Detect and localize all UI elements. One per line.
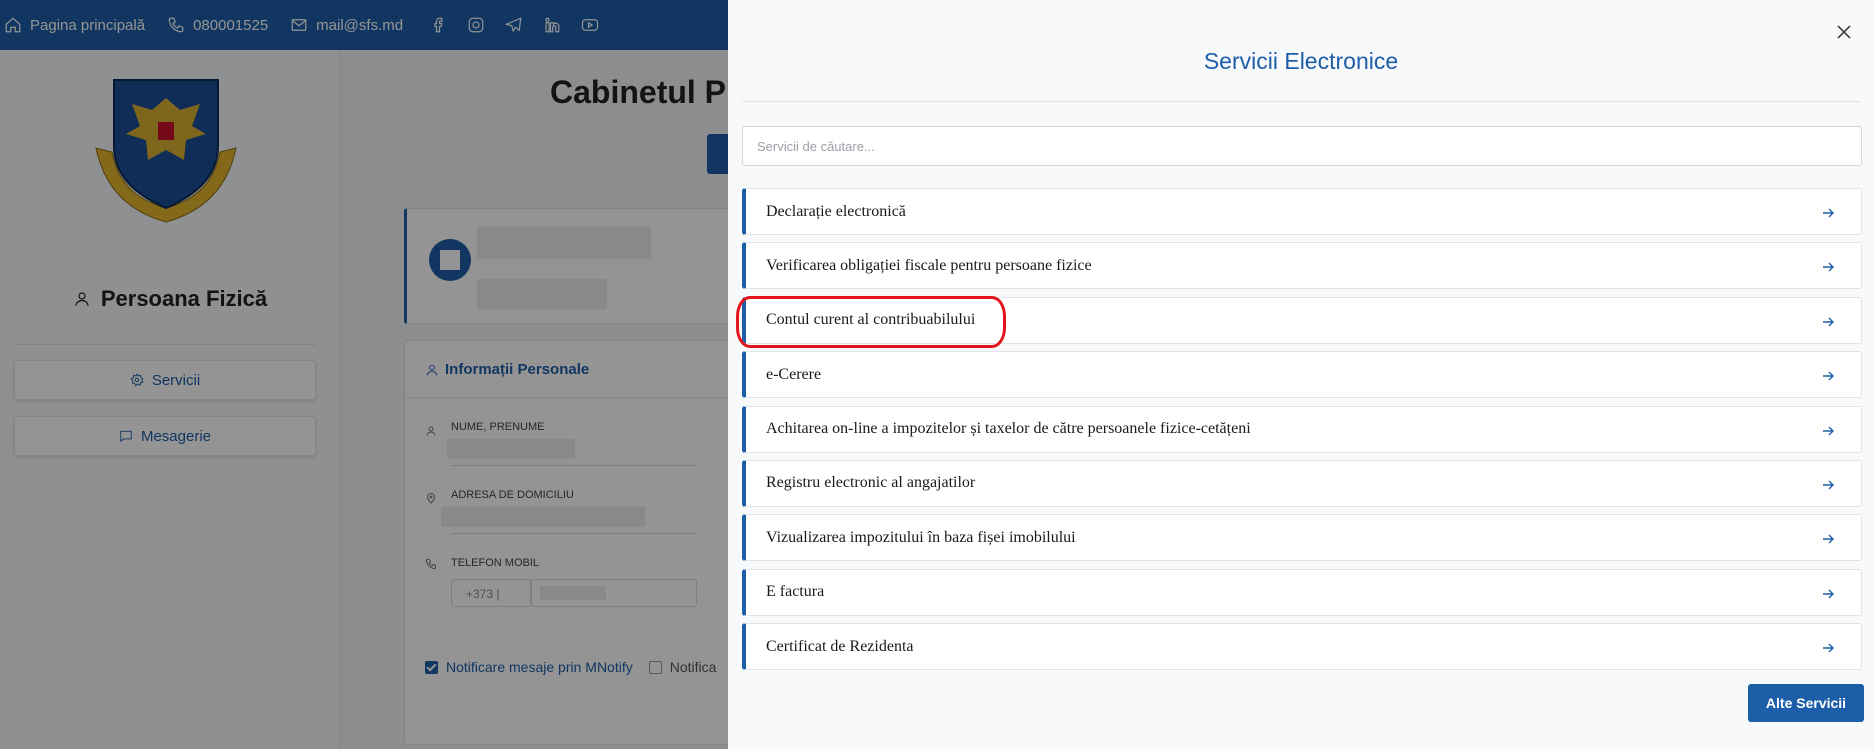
service-label: e-Cerere <box>766 365 822 383</box>
arrow-right-icon <box>1821 315 1835 329</box>
services-modal: Servicii Electronice Declarație electron… <box>728 0 1874 749</box>
arrow-right-icon <box>1821 206 1835 220</box>
service-label: Vizualizarea impozitului în baza fișei i… <box>766 528 1076 546</box>
arrow-right-icon <box>1821 424 1835 438</box>
service-label: Declarație electronică <box>766 202 906 220</box>
arrow-right-icon <box>1821 478 1835 492</box>
arrow-right-icon <box>1821 532 1835 546</box>
service-item-cont-curent[interactable]: Contul curent al contribuabilului <box>742 296 1862 344</box>
service-item-declaratie[interactable]: Declarație electronică <box>742 188 1862 235</box>
arrow-right-icon <box>1821 587 1835 601</box>
services-list: Declarație electronică Verificarea oblig… <box>742 188 1862 678</box>
close-icon <box>1837 25 1851 39</box>
service-item-registru[interactable]: Registru electronic al angajatilor <box>742 459 1862 507</box>
alte-servicii-button[interactable]: Alte Servicii <box>1748 684 1864 722</box>
service-label: Registru electronic al angajatilor <box>766 474 976 492</box>
service-item-e-cerere[interactable]: e-Cerere <box>742 351 1862 399</box>
modal-backdrop[interactable] <box>0 0 728 749</box>
service-item-certificat[interactable]: Certificat de Rezidenta <box>742 623 1862 671</box>
service-item-vizualizare[interactable]: Vizualizarea impozitului în baza fișei i… <box>742 514 1862 562</box>
service-search-input[interactable] <box>742 126 1862 166</box>
service-label: Verificarea obligației fiscale pentru pe… <box>766 256 1092 274</box>
modal-divider <box>742 101 1860 102</box>
arrow-right-icon <box>1821 369 1835 383</box>
service-label: E factura <box>766 583 825 601</box>
service-item-e-factura[interactable]: E factura <box>742 568 1862 616</box>
arrow-right-icon <box>1821 260 1835 274</box>
service-label: Achitarea on-line a impozitelor și taxel… <box>766 420 1251 438</box>
close-button[interactable] <box>1834 22 1854 42</box>
service-item-verificare[interactable]: Verificarea obligației fiscale pentru pe… <box>742 242 1862 290</box>
modal-title: Servicii Electronice <box>1203 48 1399 74</box>
arrow-right-icon <box>1821 641 1835 655</box>
service-label: Contul curent al contribuabilului <box>766 311 976 329</box>
service-item-achitare[interactable]: Achitarea on-line a impozitelor și taxel… <box>742 405 1862 453</box>
service-label: Certificat de Rezidenta <box>766 637 914 655</box>
